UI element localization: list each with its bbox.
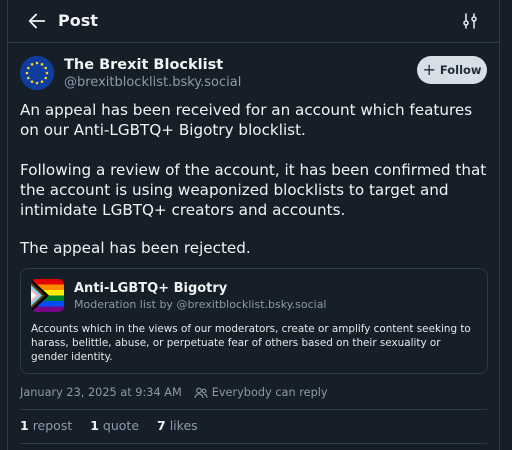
reposts-count[interactable]: 1 repost bbox=[20, 418, 72, 433]
eu-star bbox=[35, 61, 39, 65]
page-title: Post bbox=[58, 11, 98, 30]
settings-sliders-icon[interactable] bbox=[461, 12, 479, 30]
list-subtitle: Moderation list by @brexitblocklist.bsky… bbox=[74, 298, 327, 311]
author-handle[interactable]: @brexitblocklist.bsky.social bbox=[64, 75, 241, 90]
author-name[interactable]: The Brexit Blocklist bbox=[64, 57, 223, 73]
progress-pride-flag-icon bbox=[31, 279, 64, 312]
top-bar: Post bbox=[8, 0, 499, 43]
eu-star bbox=[27, 66, 30, 70]
quotes-count[interactable]: 1 quote bbox=[90, 418, 139, 433]
people-icon bbox=[194, 387, 208, 398]
follow-label: Follow bbox=[439, 63, 482, 77]
divider bbox=[20, 409, 487, 410]
eu-star bbox=[35, 81, 39, 85]
post-text-paragraph: An appeal has been received for an accou… bbox=[20, 101, 473, 139]
post-meta: January 23, 2025 at 9:34 AM Everybody ca… bbox=[20, 386, 328, 399]
eu-star bbox=[30, 63, 34, 66]
eu-flag-avatar bbox=[20, 56, 54, 90]
eu-star bbox=[44, 66, 47, 70]
post-text-paragraph: Following a review of the account, it ha… bbox=[20, 161, 487, 219]
eu-star bbox=[40, 63, 44, 66]
list-embed-card[interactable]: Anti-LGBTQ+ Bigotry Moderation list by @… bbox=[20, 268, 488, 374]
eu-star bbox=[44, 76, 47, 80]
post-column: Post The Brexit Blocklist @brexitblockli… bbox=[7, 0, 500, 450]
reply-setting[interactable]: Everybody can reply bbox=[212, 386, 328, 399]
follow-button[interactable]: + Follow bbox=[417, 56, 487, 84]
divider bbox=[20, 443, 487, 444]
list-description: Accounts which in the views of our moder… bbox=[31, 323, 471, 363]
eu-star bbox=[30, 80, 34, 83]
post-timestamp[interactable]: January 23, 2025 at 9:34 AM bbox=[20, 386, 182, 399]
avatar[interactable] bbox=[20, 56, 54, 90]
likes-count[interactable]: 7 likes bbox=[157, 418, 198, 433]
post-text-paragraph: The appeal has been rejected. bbox=[20, 239, 251, 257]
eu-star bbox=[25, 71, 29, 75]
list-name: Anti-LGBTQ+ Bigotry bbox=[74, 281, 228, 296]
back-arrow-icon[interactable] bbox=[26, 10, 48, 32]
eu-star bbox=[40, 80, 44, 83]
eu-star bbox=[45, 71, 49, 75]
plus-icon: + bbox=[422, 59, 436, 79]
eu-star bbox=[27, 76, 30, 80]
engagement-stats: 1 repost 1 quote 7 likes bbox=[20, 418, 212, 433]
